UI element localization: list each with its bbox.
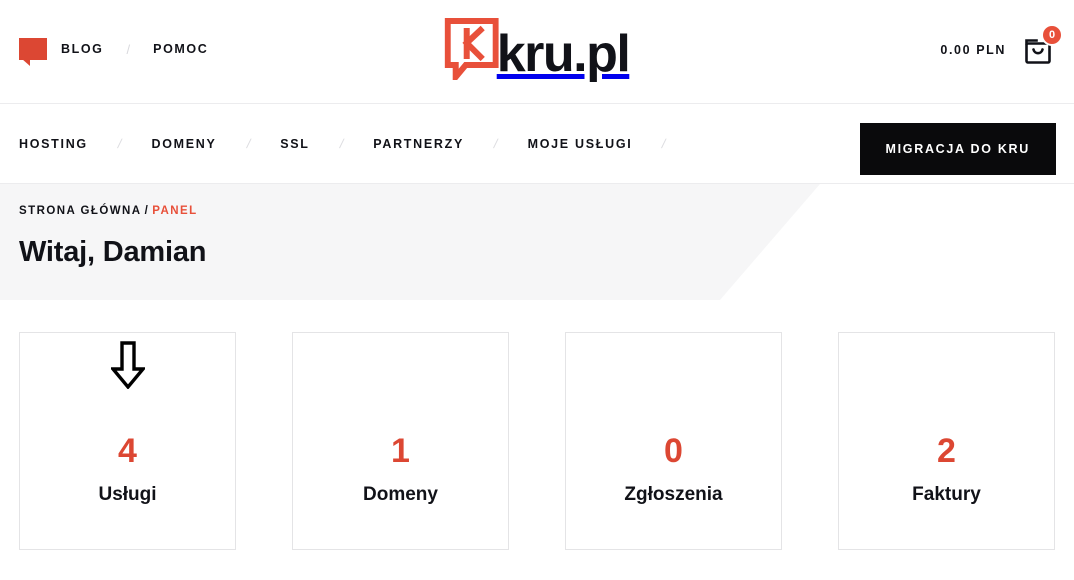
kru-k-bubble-logo-icon: [444, 18, 499, 86]
migracja-do-kru-button[interactable]: MIGRACJA DO KRU: [859, 123, 1056, 175]
speech-bubble-icon: [19, 38, 47, 60]
stat-card-label: Domeny: [363, 484, 438, 505]
cart-button[interactable]: 0: [1022, 24, 1063, 67]
nav-separator: /: [660, 136, 668, 151]
stat-card-label: Zgłoszenia: [624, 484, 723, 505]
stat-card-value: 0: [664, 432, 683, 470]
cart-badge-count: 0: [1041, 24, 1063, 46]
nav-item-partnerzy[interactable]: PARTNERZY: [373, 137, 464, 151]
nav-separator: /: [116, 136, 124, 151]
utility-links: BLOG / POMOC: [19, 38, 208, 60]
nav-separator: /: [338, 136, 345, 151]
stat-card-faktury[interactable]: 2 Faktury: [838, 332, 1055, 550]
cart-area[interactable]: 0.00 PLN 0: [940, 24, 1063, 67]
breadcrumb-current: PANEL: [152, 205, 198, 217]
nav-separator: /: [244, 136, 252, 151]
stat-card-value: 4: [118, 432, 137, 470]
breadcrumb: STRONA GŁÓWNA / PANEL: [19, 205, 1074, 217]
stat-cards: 4 Usługi 1 Domeny 0 Zgłoszenia 2 Faktury: [0, 300, 1074, 550]
stat-card-value: 1: [391, 432, 410, 470]
stat-card-uslugi[interactable]: 4 Usługi: [19, 332, 236, 550]
down-arrow-cursor-icon: [108, 341, 147, 390]
brand-logo[interactable]: kru.pl: [444, 18, 631, 86]
stat-card-label: Faktury: [912, 484, 981, 505]
nav-separator: /: [492, 136, 500, 151]
breadcrumb-home-link[interactable]: STRONA GŁÓWNA: [19, 205, 142, 217]
cart-total-price: 0.00 PLN: [940, 43, 1006, 57]
nav-item-ssl[interactable]: SSL: [280, 137, 309, 151]
page-title: Witaj, Damian: [19, 236, 207, 268]
main-navigation: HOSTING / DOMENY / SSL / PARTNERZY / MOJ…: [0, 104, 1074, 184]
nav-item-hosting[interactable]: HOSTING: [19, 137, 88, 151]
utility-link-blog[interactable]: BLOG: [61, 42, 104, 56]
stat-card-value: 2: [937, 432, 956, 470]
stat-card-label: Usługi: [98, 484, 157, 505]
utility-separator: /: [126, 41, 131, 57]
nav-item-moje-uslugi[interactable]: MOJE USŁUGI: [528, 137, 633, 151]
utility-link-pomoc[interactable]: POMOC: [153, 42, 208, 56]
stat-card-zgloszenia[interactable]: 0 Zgłoszenia: [565, 332, 782, 550]
stat-card-domeny[interactable]: 1 Domeny: [292, 332, 509, 550]
breadcrumb-separator: /: [144, 205, 150, 217]
nav-item-domeny[interactable]: DOMENY: [151, 137, 216, 151]
page-banner: STRONA GŁÓWNA / PANEL Witaj, Damian: [0, 184, 1074, 300]
brand-wordmark: kru.pl: [496, 25, 631, 83]
top-utility-bar: BLOG / POMOC kru.pl 0.00 PLN 0: [0, 0, 1074, 104]
